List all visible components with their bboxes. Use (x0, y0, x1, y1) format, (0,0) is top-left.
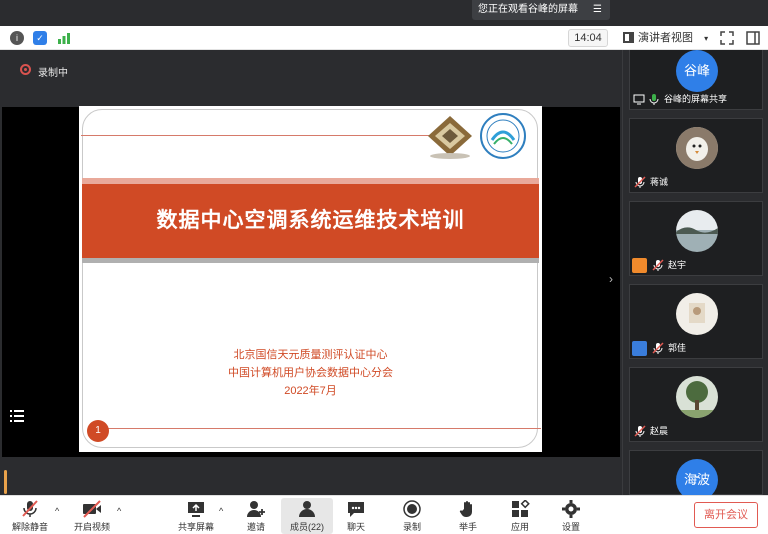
chat-label: 聊天 (346, 522, 365, 532)
recording-label: 录制中 (38, 68, 68, 79)
speaker-view-button[interactable]: 演讲者视图 ▾ (620, 29, 708, 47)
avatar (676, 376, 718, 418)
shield-icon[interactable]: ✓ (33, 31, 47, 45)
microphone-icon (649, 94, 659, 105)
members-button[interactable]: 成员(22) (281, 498, 333, 534)
association-seal-icon (480, 113, 526, 159)
recording-indicator: 录制中 (20, 64, 68, 79)
participant-tile[interactable]: 赵晨 (629, 367, 763, 442)
raise-hand-button[interactable]: 举手 (442, 498, 494, 534)
chevron-up-icon[interactable]: ^ (55, 506, 59, 516)
apps-button[interactable]: 应用 (494, 498, 546, 534)
slide-org-1: 北京国信天元质量测评认证中心 (233, 349, 388, 361)
chat-icon (348, 502, 364, 517)
signal-bars-icon[interactable] (56, 30, 72, 46)
leave-meeting-button[interactable]: 离开会议 (694, 502, 758, 528)
participant-name: 赵宇 (668, 260, 687, 270)
start-video-label: 开启视频 (73, 522, 110, 532)
list-icon[interactable] (10, 410, 24, 422)
participant-name: 谷峰的屏幕共享 (664, 94, 728, 104)
start-video-button[interactable]: 开启视频 (66, 498, 118, 534)
fullscreen-icon[interactable] (719, 30, 735, 46)
apps-icon (512, 500, 530, 517)
settings-label: 设置 (561, 522, 580, 532)
meeting-clock: 14:04 (568, 29, 608, 47)
avatar (676, 293, 718, 335)
microphone-muted-icon (22, 500, 38, 517)
slide-date: 2022年7月 (284, 385, 337, 397)
invite-button[interactable]: 邀请 (230, 498, 282, 534)
screen-share-icon (633, 94, 645, 105)
speaker-view-label: 演讲者视图 (638, 32, 693, 44)
avatar (676, 127, 718, 169)
chevron-down-icon: ▾ (704, 34, 709, 43)
slide-bottom-rule (105, 428, 541, 429)
meeting-topbar: i ✓ 14:04 演讲者视图 ▾ (0, 26, 768, 50)
slide-org-2: 中国计算机用户协会数据中心分会 (228, 367, 393, 379)
participant-gallery: 谷峰 谷峰的屏幕共享 蒋诚 赵宇 郭佳 赵晨 海波 ⌄ (622, 50, 768, 501)
chevron-up-icon[interactable]: ^ (219, 506, 223, 516)
avatar (676, 210, 718, 252)
share-screen-icon (188, 502, 204, 517)
members-icon (299, 501, 315, 517)
participant-tile[interactable]: 郭佳 (629, 284, 763, 359)
slide-top-rule (81, 135, 441, 136)
company-logo-icon (428, 116, 472, 159)
add-user-icon (247, 501, 265, 517)
person-icon (632, 258, 647, 273)
sharing-banner: 您正在观看谷峰的屏幕 ☰ (472, 0, 610, 20)
microphone-muted-icon (652, 342, 664, 354)
slide-band-gray (82, 258, 539, 263)
participant-tile[interactable]: 蒋诚 (629, 118, 763, 193)
raise-hand-label: 举手 (458, 522, 477, 532)
settings-button[interactable]: 设置 (545, 498, 597, 534)
slide-title: 数据中心空调系统运维技术培训 (156, 209, 465, 232)
chat-button[interactable]: 聊天 (330, 498, 382, 534)
sharing-text: 您正在观看谷峰的屏幕 (478, 4, 578, 15)
record-button[interactable]: 录制 (386, 498, 438, 534)
invite-label: 邀请 (246, 522, 265, 532)
gear-icon (562, 500, 580, 518)
participant-tile[interactable]: 赵宇 (629, 201, 763, 276)
layout-icon (623, 32, 634, 43)
meeting-toolbar: 解除静音 ^ 开启视频 ^ 共享屏幕 ^ 邀请 成员(22) 聊天 录制 举手 … (0, 495, 768, 534)
share-screen-button[interactable]: 共享屏幕 (170, 498, 222, 534)
menu-lines-icon[interactable]: ☰ (593, 0, 602, 20)
apps-label: 应用 (510, 522, 529, 532)
record-icon (403, 500, 421, 518)
participant-tile[interactable]: 海波 ⌄ (629, 450, 763, 501)
participant-name: 郭佳 (668, 343, 687, 353)
camera-off-icon (83, 500, 101, 518)
scroll-indicator[interactable] (4, 470, 7, 494)
participant-name: 蒋诚 (650, 177, 669, 187)
microphone-muted-icon (634, 425, 646, 437)
record-label: 录制 (402, 522, 421, 532)
hand-icon (459, 501, 472, 517)
avatar: 谷峰 (676, 50, 718, 92)
participant-name: 赵晨 (650, 426, 669, 436)
record-dot-icon (20, 64, 31, 75)
unmute-label: 解除静音 (11, 522, 48, 532)
participant-tile[interactable]: 谷峰 谷峰的屏幕共享 (629, 50, 763, 110)
members-label: 成员(22) (289, 522, 324, 532)
share-screen-label: 共享屏幕 (177, 522, 214, 532)
chevron-down-icon[interactable]: ⌄ (692, 467, 702, 481)
person-icon (632, 341, 647, 356)
slide-page-number: 1 (87, 420, 109, 442)
presentation-slide: 数据中心空调系统运维技术培训 北京国信天元质量测评认证中心 中国计算机用户协会数… (79, 106, 542, 452)
info-icon[interactable]: i (10, 31, 24, 45)
sidebar-toggle-icon[interactable] (745, 30, 761, 46)
microphone-muted-icon (652, 259, 664, 271)
microphone-muted-icon (634, 176, 646, 188)
chevron-right-icon[interactable]: › (609, 272, 613, 286)
chevron-up-icon[interactable]: ^ (117, 506, 121, 516)
unmute-button[interactable]: 解除静音 (4, 498, 56, 534)
